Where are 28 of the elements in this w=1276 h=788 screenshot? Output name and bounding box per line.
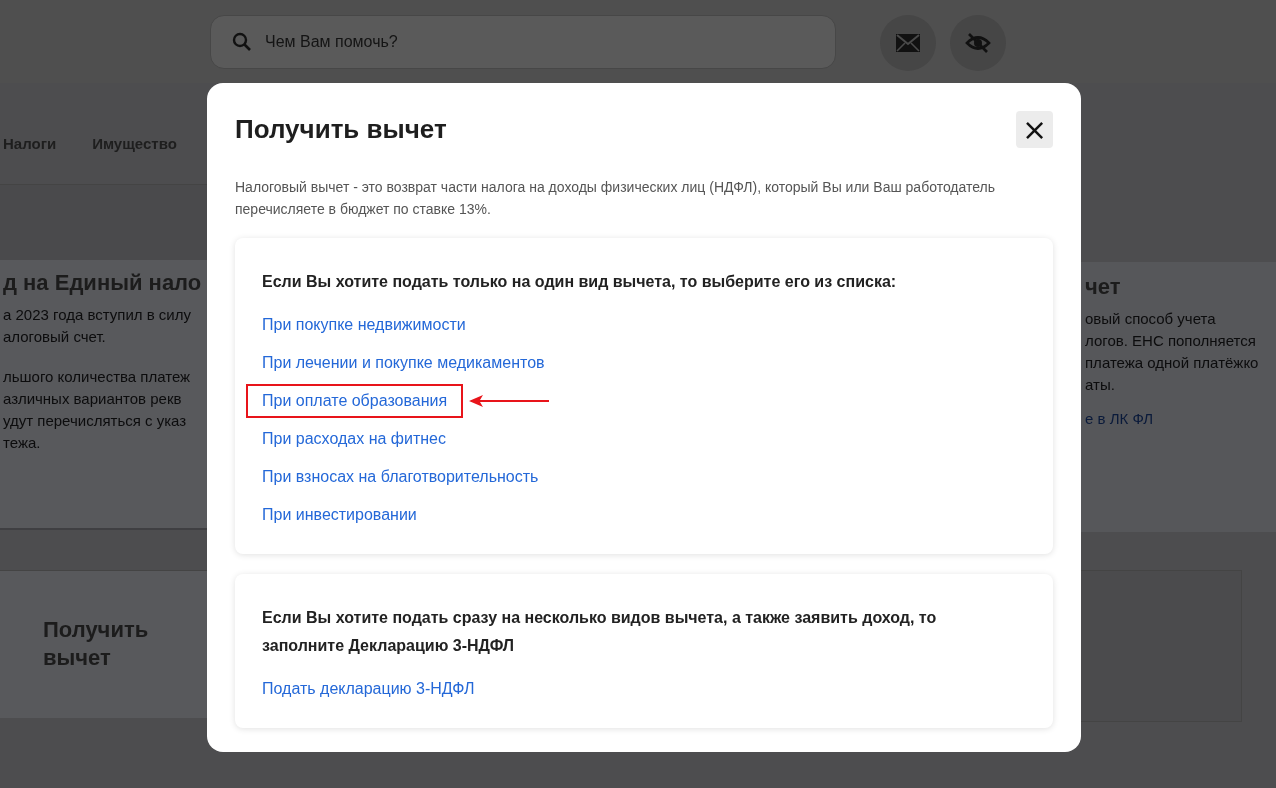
deduction-link[interactable]: При лечении и покупке медикаментов (246, 346, 561, 380)
deduction-link[interactable]: При покупке недвижимости (246, 308, 482, 342)
card-text: аты. (1085, 375, 1116, 395)
section-heading: Если Вы хотите подать сразу на несколько видов вычета, а также заявить доход, то заполните Декларацию 3-НДФЛ (262, 608, 938, 656)
card-text: овый способ учета (1085, 309, 1217, 329)
card-text: азличных вариантов рекв (3, 389, 183, 409)
deduction-link[interactable]: При оплате образования (246, 384, 464, 418)
card-text: а 2023 года вступил в силу (3, 305, 192, 325)
card-text: платежа одной платёжко (1085, 353, 1260, 373)
card-text: льшого количества платеж (3, 367, 192, 387)
deduction-link[interactable]: При инвестировании (246, 498, 433, 532)
modal-description: Налоговый вычет - это возврат части налога на доходы физических лиц (НДФЛ), который Вы или Ваш работодатель перечисляете в бюджет по ставке 13%. (235, 178, 997, 219)
envelope-icon (896, 34, 920, 52)
search-field[interactable]: Чем Вам помочь? (210, 15, 836, 69)
deduction-link[interactable]: Подать декларацию 3-НДФЛ (246, 672, 491, 706)
card-title: д на Единый нало (3, 270, 203, 296)
eye-off-icon (965, 32, 991, 54)
card-text: алоговый счет. (3, 327, 107, 347)
close-button[interactable]: × (1016, 111, 1053, 148)
modal-title: Получить вычет (235, 114, 447, 145)
deduction-link[interactable]: При взносах на благотворительность (246, 460, 555, 494)
card-title: Получить вычет (43, 616, 150, 672)
section-heading: Если Вы хотите подать только на один вид вычета, то выберите его из списка: (262, 272, 898, 292)
card-text: тежа. (3, 433, 42, 453)
card-title: чет (1085, 274, 1122, 300)
deduction-link[interactable]: При расходах на фитнес (246, 422, 462, 456)
card-text: логов. ЕНС пополняется (1085, 331, 1257, 351)
card-text: удут перечисляться с указ (3, 411, 188, 431)
